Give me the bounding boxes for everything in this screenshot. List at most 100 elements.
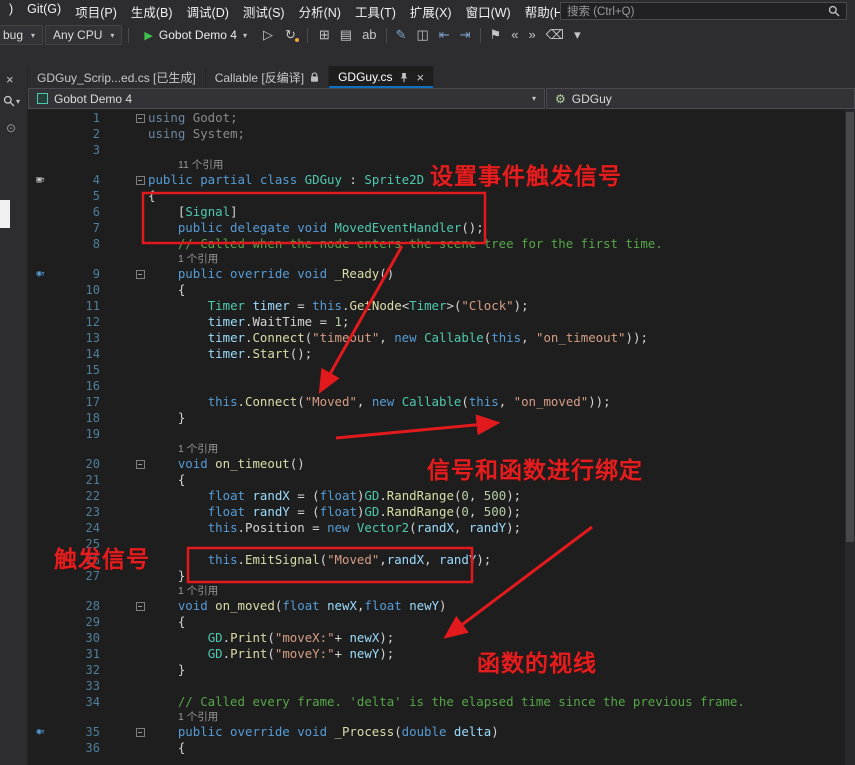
indent-increase-icon[interactable]: ⇥ — [455, 24, 476, 46]
toolbar-separator — [479, 27, 481, 43]
split-view-icon[interactable]: ◫ — [411, 24, 433, 46]
glyph-margin — [28, 568, 54, 584]
line-number: 12 — [85, 315, 100, 329]
menu-item[interactable]: 窗口(W) — [459, 2, 518, 21]
comment-icon[interactable]: ✎ — [391, 24, 412, 46]
inheritance-margin-icon[interactable]: ◉ ↑ — [28, 724, 54, 740]
fold-toggle-icon[interactable]: − — [135, 459, 145, 469]
glyph-margin — [28, 220, 54, 236]
line-number: 29 — [85, 615, 100, 629]
line-number: 28 — [85, 599, 100, 613]
fold-margin — [132, 536, 148, 552]
project-dropdown[interactable]: Gobot Demo 4 ▾ — [28, 88, 545, 109]
debug-config-dropdown[interactable]: bug ▾ — [0, 25, 44, 45]
code-editor[interactable]: 1− using Godot; 2 using System; 3 11 个引用 ▣ ↑ 4− p… — [28, 110, 855, 765]
previous-bookmark-icon[interactable]: « — [506, 24, 523, 46]
inheritance-margin-icon[interactable]: ◉ ↑ — [28, 266, 54, 282]
clear-bookmarks-icon[interactable]: ⌫ — [541, 24, 569, 46]
rail-close-icon[interactable]: × — [6, 72, 14, 87]
pin-icon[interactable] — [399, 72, 409, 83]
code-line: 6 [Signal] — [28, 204, 855, 220]
code-line: 32 } — [28, 662, 855, 678]
toolbar-separator — [306, 27, 308, 43]
start-without-debugging-icon[interactable]: ▷ — [258, 24, 278, 46]
rail-search-icon[interactable]: ▾ — [3, 95, 20, 107]
next-bookmark-icon[interactable]: » — [523, 24, 540, 46]
code-text: void on_timeout() — [177, 456, 305, 471]
rail-grip[interactable] — [0, 200, 10, 228]
chevron-down-icon: ▾ — [31, 30, 36, 40]
line-number: 3 — [92, 143, 100, 157]
menu-item[interactable]: 生成(B) — [124, 2, 180, 21]
new-file-icon[interactable]: ⊞ — [314, 24, 335, 46]
scrollbar-thumb[interactable] — [846, 112, 854, 542]
platform-dropdown[interactable]: Any CPU ▾ — [45, 25, 123, 45]
document-tab[interactable]: GDGuy_Scrip...ed.cs [已生成] — [28, 66, 206, 88]
fold-margin — [132, 520, 148, 536]
close-tab-icon[interactable]: × — [417, 70, 425, 85]
rename-icon[interactable]: ab — [357, 24, 381, 46]
line-number: 31 — [85, 647, 100, 661]
menu-item[interactable]: Git(G) — [20, 2, 68, 21]
code-line: 14 timer.Start(); — [28, 346, 855, 362]
code-text: [Signal] — [148, 204, 238, 219]
glyph-margin — [28, 662, 54, 678]
glyph-margin — [28, 330, 54, 346]
toolbar-options-icon[interactable]: ▾ — [569, 24, 586, 46]
glyph-margin — [28, 740, 54, 756]
indent-decrease-icon[interactable]: ⇤ — [434, 24, 455, 46]
glyph-margin — [28, 536, 54, 552]
fold-toggle-icon[interactable]: − — [135, 269, 145, 279]
start-debug-button[interactable]: ▶ Gobot Demo 4 ▾ — [135, 24, 256, 46]
glyph-margin — [28, 110, 54, 126]
find-in-files-icon[interactable]: ▤ — [335, 24, 357, 46]
code-line: 7 public delegate void MovedEventHandler… — [28, 220, 855, 236]
code-text: timer.Start(); — [207, 346, 313, 361]
codelens-references[interactable]: 1 个引用 — [28, 442, 855, 456]
menu-item[interactable]: 扩展(X) — [403, 2, 459, 21]
fold-toggle-icon[interactable]: − — [135, 175, 145, 185]
toolbar-gap — [0, 48, 855, 66]
code-line: 24 this.Position = new Vector2(randX, ra… — [28, 520, 855, 536]
code-text: this.Connect("Moved", new Callable(this,… — [207, 394, 611, 409]
line-number: 4 — [92, 173, 100, 187]
bookmark-icon[interactable]: ⚑ — [485, 24, 507, 46]
menu-item[interactable]: ) — [2, 2, 20, 21]
document-tab[interactable]: Callable [反编译] — [206, 66, 330, 88]
menu-item[interactable]: 分析(N) — [292, 2, 348, 21]
inheritance-margin-icon[interactable]: ▣ ↑ — [28, 172, 54, 188]
fold-toggle-icon[interactable]: − — [135, 727, 145, 737]
fold-margin — [132, 472, 148, 488]
codelens-references[interactable]: 11 个引用 — [28, 158, 855, 172]
code-line: 23 float randY = (float)GD.RandRange(0, … — [28, 504, 855, 520]
glyph-margin — [28, 646, 54, 662]
search-box[interactable]: 搜索 (Ctrl+Q) — [560, 2, 847, 20]
line-number: 10 — [85, 283, 100, 297]
codelens-references[interactable]: 1 个引用 — [28, 710, 855, 724]
vertical-scrollbar[interactable] — [845, 110, 855, 765]
chevron-down-icon: ▾ — [110, 30, 115, 40]
menu-item[interactable]: 工具(T) — [348, 2, 403, 21]
navigation-bar: Gobot Demo 4 ▾ ⚙ GDGuy — [28, 88, 855, 110]
type-dropdown[interactable]: ⚙ GDGuy — [546, 88, 855, 109]
codelens-references[interactable]: 1 个引用 — [28, 584, 855, 598]
menu-item[interactable]: 调试(D) — [180, 2, 236, 21]
fold-margin — [132, 678, 148, 694]
fold-toggle-icon[interactable]: − — [135, 113, 145, 123]
menu-item[interactable]: 测试(S) — [236, 2, 292, 21]
rail-tool-icon[interactable]: ⊙ — [6, 121, 16, 135]
glyph-margin — [28, 346, 54, 362]
glyph-margin — [28, 282, 54, 298]
glyph-margin — [28, 126, 54, 142]
code-line: 27 } — [28, 568, 855, 584]
fold-margin — [132, 236, 148, 252]
class-icon: ⚙ — [555, 91, 566, 106]
codelens-references[interactable]: 1 个引用 — [28, 252, 855, 266]
menu-item[interactable]: 项目(P) — [68, 2, 124, 21]
document-tab[interactable]: GDGuy.cs × — [329, 66, 435, 88]
line-number: 35 — [85, 725, 100, 739]
hot-reload-icon[interactable]: ↻ — [280, 24, 301, 46]
platform-label: Any CPU — [53, 28, 103, 42]
code-text: using Godot; — [148, 110, 238, 125]
fold-toggle-icon[interactable]: − — [135, 601, 145, 611]
